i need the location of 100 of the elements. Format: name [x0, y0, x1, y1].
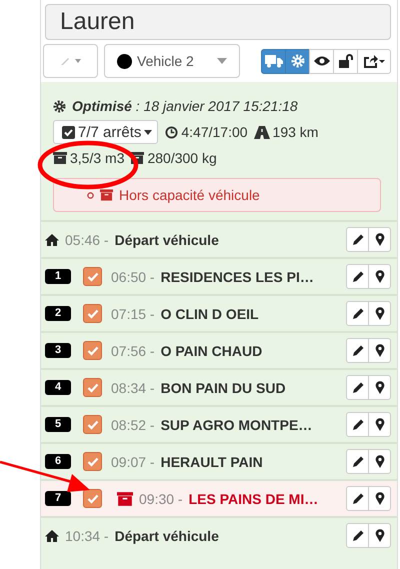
- pencil-icon: [352, 234, 364, 246]
- brush-icon: [60, 56, 71, 66]
- caret-icon: [144, 130, 152, 134]
- pencil-icon: [352, 418, 364, 430]
- location-button[interactable]: [368, 449, 391, 474]
- stops-dropdown[interactable]: 7/7 arrêts: [53, 120, 158, 144]
- stop-name: BON PAIN DU SUD: [160, 380, 286, 396]
- stop-time: 09:30 -: [139, 490, 183, 506]
- unlock-icon: [338, 54, 354, 68]
- pencil-icon: [352, 382, 364, 394]
- edit-button[interactable]: [346, 301, 369, 326]
- pencil-icon: [352, 456, 364, 468]
- check-icon: [86, 420, 98, 430]
- stop-time: 07:15 -: [111, 306, 155, 322]
- check-icon: [86, 456, 98, 466]
- pencil-icon: [352, 492, 364, 504]
- checkbox[interactable]: [83, 304, 102, 323]
- clock-icon: [165, 126, 178, 138]
- stop-time: 10:34 -: [65, 528, 109, 544]
- pencil-icon: [352, 344, 364, 356]
- edit-button[interactable]: [346, 227, 369, 252]
- checkbox[interactable]: [83, 378, 102, 397]
- box-icon: [53, 152, 67, 164]
- eye-icon: [312, 55, 330, 67]
- pin-icon: [374, 270, 384, 283]
- check-icon: [86, 494, 98, 504]
- truck-icon: [264, 54, 282, 68]
- pin-icon: [374, 418, 384, 431]
- location-button[interactable]: [368, 227, 391, 252]
- optimization-status: Optimisé : 18 janvier 2017 15:21:18: [72, 98, 298, 114]
- vehicle-dropdown[interactable]: Vehicle 2: [104, 44, 240, 78]
- edit-button[interactable]: [346, 338, 369, 363]
- edit-button[interactable]: [346, 375, 369, 400]
- weight-text: 280/300 kg: [147, 150, 217, 166]
- stop-name: O PAIN CHAUD: [160, 342, 262, 358]
- stop-time: 09:07 -: [111, 454, 155, 470]
- house-icon: [45, 234, 59, 246]
- road-icon: [254, 126, 270, 138]
- gear-icon: [290, 54, 304, 68]
- checkbox[interactable]: [83, 452, 102, 471]
- checkbox[interactable]: [83, 267, 102, 286]
- gear-toggle-button[interactable]: [285, 48, 310, 74]
- edit-button[interactable]: [346, 486, 369, 511]
- truck-toggle-button[interactable]: [261, 48, 286, 74]
- eye-toggle-button[interactable]: [309, 48, 334, 74]
- location-button[interactable]: [368, 264, 391, 289]
- stop-name: Départ véhicule: [114, 528, 219, 544]
- stop-time: 07:56 -: [111, 342, 155, 358]
- location-button[interactable]: [368, 523, 391, 548]
- bullet-icon: [87, 192, 94, 198]
- box-icon: [117, 492, 133, 506]
- location-button[interactable]: [368, 412, 391, 437]
- edit-button[interactable]: [346, 264, 369, 289]
- checkbox[interactable]: [83, 489, 102, 508]
- location-button[interactable]: [368, 301, 391, 326]
- stop-number: 1: [45, 269, 71, 284]
- check-icon: [86, 382, 98, 392]
- stop-time: 08:34 -: [111, 380, 155, 396]
- edit-button[interactable]: [346, 523, 369, 548]
- pin-icon: [374, 381, 384, 394]
- duration-text: 4:47/17:00: [181, 124, 248, 140]
- stop-number: 7: [45, 491, 71, 506]
- location-button[interactable]: [368, 375, 391, 400]
- stop-time: 05:46 -: [65, 232, 109, 248]
- stop-time: 06:50 -: [111, 268, 155, 284]
- caret-icon: [379, 60, 385, 62]
- pencil-icon: [352, 308, 364, 320]
- check-icon: [86, 272, 98, 282]
- route-name-field[interactable]: Lauren: [45, 4, 391, 40]
- stop-number: 4: [45, 380, 71, 395]
- pin-icon: [374, 233, 384, 246]
- check-icon: [86, 308, 98, 318]
- stop-number: 3: [45, 343, 71, 358]
- distance-text: 193 km: [272, 124, 318, 140]
- pencil-icon: [352, 530, 364, 542]
- edit-button[interactable]: [346, 412, 369, 437]
- unlock-toggle-button[interactable]: [333, 48, 358, 74]
- caret-icon: [217, 58, 227, 64]
- box-icon: [130, 152, 144, 164]
- stop-name: RESIDENCES LES PI…: [160, 268, 314, 284]
- share-icon: [363, 54, 378, 68]
- stop-number: 6: [45, 454, 71, 469]
- checkbox-icon: [62, 126, 75, 138]
- stop-name: O CLIN D OEIL: [160, 306, 259, 322]
- stop-name: SUP AGRO MONTPE…: [160, 416, 312, 432]
- pin-icon: [374, 529, 384, 542]
- stop-time: 08:52 -: [111, 416, 155, 432]
- location-button[interactable]: [368, 486, 391, 511]
- checkbox[interactable]: [83, 341, 102, 360]
- house-icon: [45, 530, 59, 542]
- caret-icon: [75, 59, 81, 63]
- stop-name: Départ véhicule: [114, 232, 219, 248]
- pin-icon: [374, 492, 384, 505]
- location-button[interactable]: [368, 338, 391, 363]
- alert-text: Hors capacité véhicule: [119, 187, 260, 203]
- gear-icon: [53, 100, 66, 112]
- checkbox[interactable]: [83, 415, 102, 434]
- export-toggle-button[interactable]: [357, 48, 391, 74]
- edit-button[interactable]: [346, 449, 369, 474]
- stop-name: LES PAINS DE MI…: [188, 490, 318, 506]
